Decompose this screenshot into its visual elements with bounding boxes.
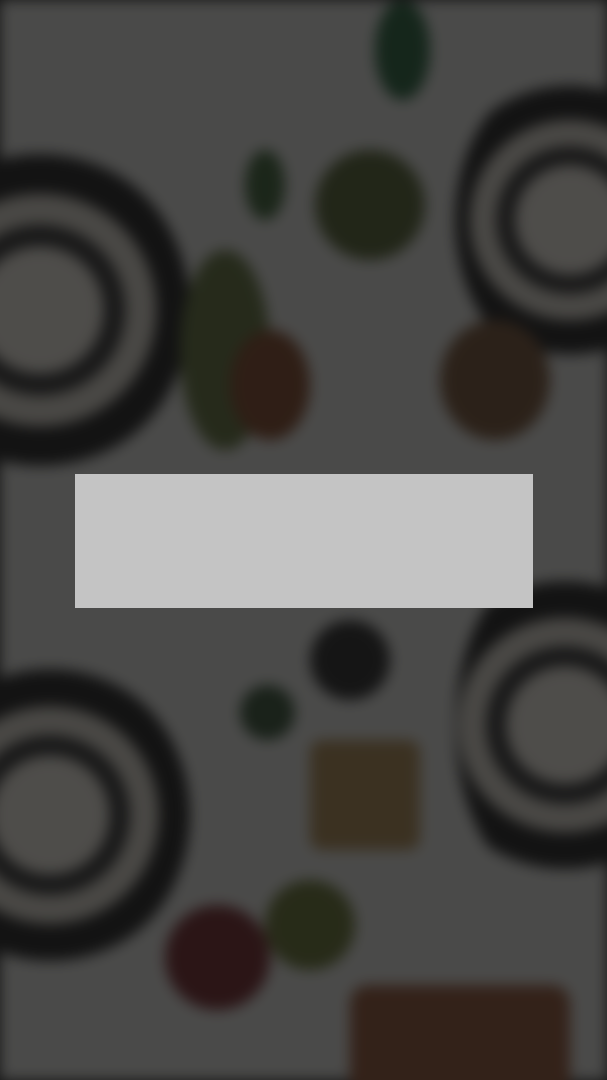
app-screen: [0, 0, 607, 1080]
placeholder-panel: [75, 474, 533, 608]
